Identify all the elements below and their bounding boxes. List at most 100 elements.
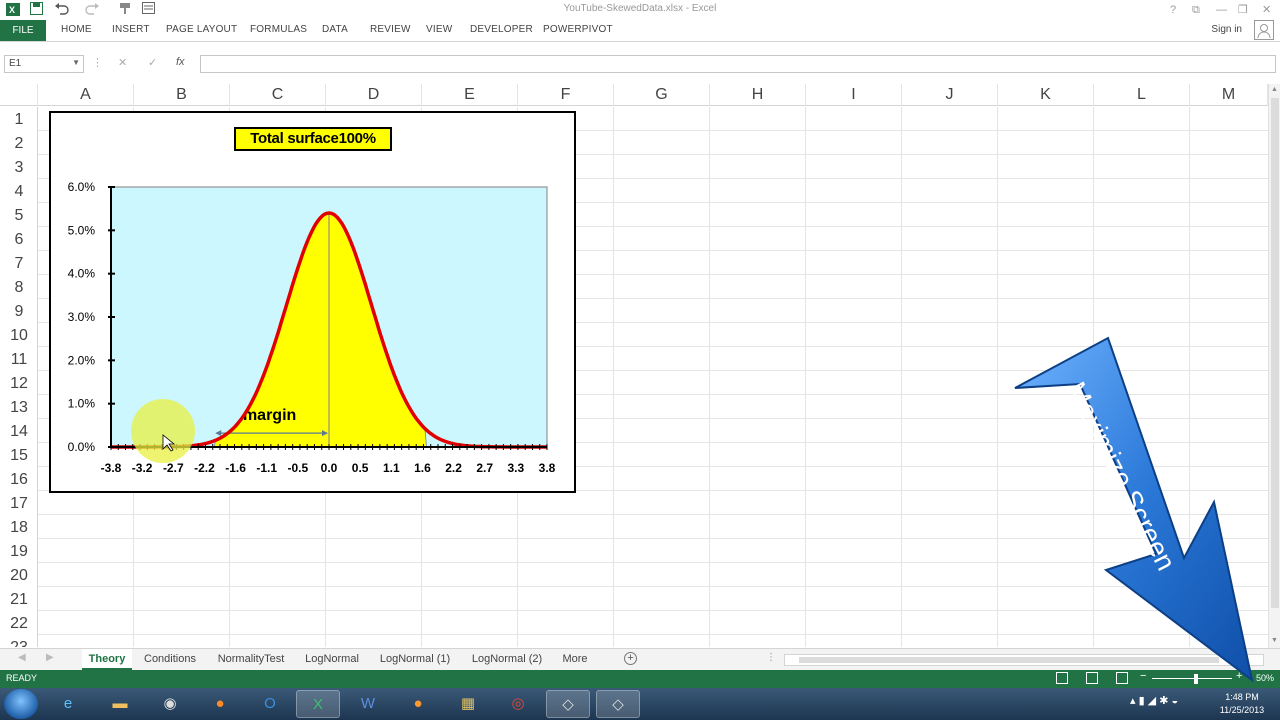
tab-powerpivot[interactable]: POWERPIVOT — [543, 24, 613, 35]
title-bar: X YouTube-SkewedData.xlsx - Excel ? ⧉ — … — [0, 0, 1280, 20]
app-window-1-icon[interactable]: ◇ — [546, 690, 590, 718]
tab-review[interactable]: REVIEW — [370, 24, 411, 35]
column-header-m[interactable]: M — [1190, 84, 1268, 106]
tab-developer[interactable]: DEVELOPER — [470, 24, 533, 35]
word-icon[interactable]: W — [346, 690, 390, 718]
row-header-4[interactable]: 4 — [0, 179, 38, 203]
sheet-tab-more[interactable]: More — [556, 649, 594, 670]
tab-file[interactable]: FILE — [0, 20, 46, 41]
scroll-up-icon[interactable]: ▲ — [1271, 86, 1278, 93]
column-header-f[interactable]: F — [518, 84, 614, 106]
file-explorer-icon[interactable]: ▬ — [98, 690, 142, 718]
row-header-2[interactable]: 2 — [0, 131, 38, 155]
row-header-18[interactable]: 18 — [0, 515, 38, 539]
ribbon-tabs: FILE HOME INSERT PAGE LAYOUT FORMULAS DA… — [0, 20, 1280, 42]
column-header-e[interactable]: E — [422, 84, 518, 106]
name-box[interactable]: E1 ▼ — [4, 55, 84, 73]
cursor-highlight — [131, 399, 195, 463]
app-window-2-icon[interactable]: ◇ — [596, 690, 640, 718]
drag-handle-icon[interactable]: ⋮ — [92, 56, 103, 69]
column-header-d[interactable]: D — [326, 84, 422, 106]
sheet-tab-conditions[interactable]: Conditions — [136, 649, 204, 670]
row-header-3[interactable]: 3 — [0, 155, 38, 179]
row-header-5[interactable]: 5 — [0, 203, 38, 227]
column-header-g[interactable]: G — [614, 84, 710, 106]
row-header-6[interactable]: 6 — [0, 227, 38, 251]
maximize-screen-arrow: Maximize Screen — [1014, 336, 1254, 683]
chart-title: Total surface100% — [234, 127, 392, 151]
column-header-j[interactable]: J — [902, 84, 998, 106]
outlook-icon[interactable]: O — [248, 690, 292, 718]
tab-formulas[interactable]: FORMULAS — [250, 24, 307, 35]
select-all-corner[interactable] — [0, 84, 38, 106]
insert-function-icon[interactable]: fx — [176, 56, 185, 68]
folder-tools-icon[interactable]: ▦ — [446, 690, 490, 718]
add-sheet-button[interactable]: + — [624, 652, 637, 665]
tab-page-layout[interactable]: PAGE LAYOUT — [166, 24, 237, 35]
row-header-13[interactable]: 13 — [0, 395, 38, 419]
column-header-b[interactable]: B — [134, 84, 230, 106]
row-header-11[interactable]: 11 — [0, 347, 38, 371]
chrome-icon[interactable]: ◎ — [496, 690, 540, 718]
minimize-icon[interactable]: — — [1216, 2, 1227, 18]
formula-input[interactable] — [200, 55, 1276, 73]
row-header-17[interactable]: 17 — [0, 491, 38, 515]
sheet-tab-lognormal[interactable]: LogNormal — [298, 649, 366, 670]
avatar[interactable] — [1254, 20, 1274, 40]
row-header-1[interactable]: 1 — [0, 107, 38, 131]
row-header-10[interactable]: 10 — [0, 323, 38, 347]
sheet-tab-lognormal-2[interactable]: LogNormal (2) — [464, 649, 550, 670]
row-header-15[interactable]: 15 — [0, 443, 38, 467]
row-header-12[interactable]: 12 — [0, 371, 38, 395]
app-icon[interactable]: ● — [396, 690, 440, 718]
clock-time: 1:48 PM — [1225, 692, 1259, 702]
row-header-7[interactable]: 7 — [0, 251, 38, 275]
system-tray[interactable]: ▴ ▮ ◢ ✱ ◒ — [1130, 694, 1178, 707]
tab-view[interactable]: VIEW — [426, 24, 452, 35]
y-tick-label: 5.0% — [68, 223, 96, 237]
column-header-a[interactable]: A — [38, 84, 134, 106]
chart-object[interactable]: margin 0.0% 1.0% 2.0% 3.0% 4.0% 5.0% 6.0% -3.8… — [49, 111, 576, 493]
enter-icon[interactable]: ✓ — [148, 56, 157, 69]
tab-home[interactable]: HOME — [61, 24, 92, 35]
row-header-19[interactable]: 19 — [0, 539, 38, 563]
row-header-14[interactable]: 14 — [0, 419, 38, 443]
help-icon[interactable]: ? — [1170, 2, 1176, 18]
firefox-icon[interactable]: ● — [198, 690, 242, 718]
column-header-k[interactable]: K — [998, 84, 1094, 106]
internet-explorer-icon[interactable]: e — [46, 690, 90, 718]
column-header-c[interactable]: C — [230, 84, 326, 106]
row-header-9[interactable]: 9 — [0, 299, 38, 323]
hp-icon[interactable]: ◉ — [148, 690, 192, 718]
prev-sheet-icon[interactable]: ◀ — [18, 652, 26, 663]
column-header-l[interactable]: L — [1094, 84, 1190, 106]
chevron-down-icon[interactable]: ▼ — [72, 58, 80, 67]
maximize-icon[interactable]: ❐ — [1238, 2, 1248, 18]
sign-in-link[interactable]: Sign in — [1211, 24, 1242, 35]
clock[interactable]: 1:48 PM 11/25/2013 — [1212, 691, 1272, 717]
row-header-21[interactable]: 21 — [0, 587, 38, 611]
tab-data[interactable]: DATA — [322, 24, 348, 35]
x-tick-label: -3.8 — [101, 461, 122, 475]
column-header-h[interactable]: H — [710, 84, 806, 106]
tab-splitter-icon[interactable]: ⋮ — [766, 652, 776, 663]
row-header-22[interactable]: 22 — [0, 611, 38, 635]
name-box-value: E1 — [9, 58, 22, 69]
next-sheet-icon[interactable]: ▶ — [46, 652, 54, 663]
close-icon[interactable]: ✕ — [1262, 2, 1271, 18]
row-header-16[interactable]: 16 — [0, 467, 38, 491]
chart-svg: margin 0.0% 1.0% 2.0% 3.0% 4.0% 5.0% 6.0% -3.8… — [68, 180, 556, 475]
excel-taskbar-icon[interactable]: X — [296, 690, 340, 718]
row-header-23[interactable]: 23 — [0, 635, 38, 647]
column-header-i[interactable]: I — [806, 84, 902, 106]
start-button[interactable] — [4, 689, 38, 719]
ribbon-display-icon[interactable]: ⧉ — [1192, 2, 1200, 18]
row-header-8[interactable]: 8 — [0, 275, 38, 299]
margin-label: margin — [243, 407, 296, 424]
sheet-tab-lognormal-1[interactable]: LogNormal (1) — [372, 649, 458, 670]
cancel-icon[interactable]: ✕ — [118, 56, 127, 69]
sheet-tab-theory[interactable]: Theory — [82, 649, 132, 670]
row-header-20[interactable]: 20 — [0, 563, 38, 587]
tab-insert[interactable]: INSERT — [112, 24, 150, 35]
sheet-tab-normalitytest[interactable]: NormalityTest — [210, 649, 292, 670]
